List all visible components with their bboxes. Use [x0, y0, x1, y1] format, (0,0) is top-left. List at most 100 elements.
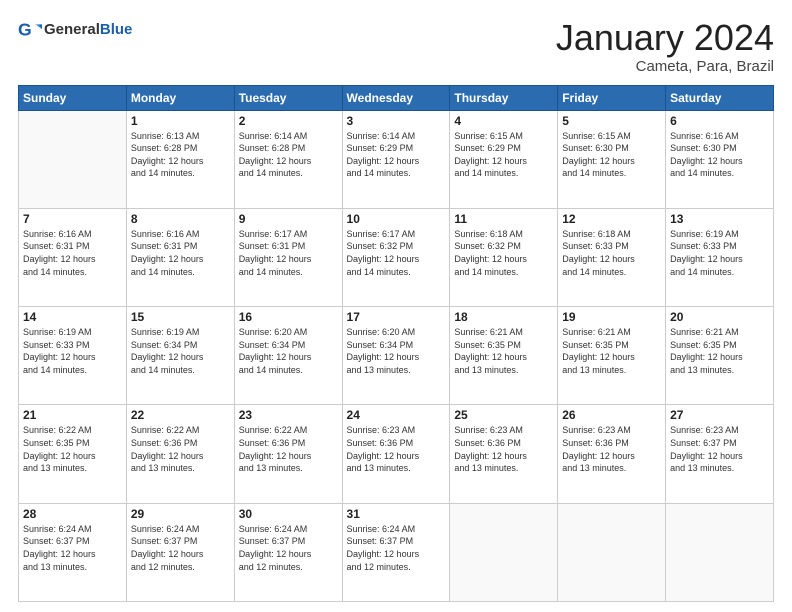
logo-blue: Blue [100, 21, 133, 38]
calendar-cell [558, 503, 666, 601]
day-info: Sunrise: 6:23 AMSunset: 6:36 PMDaylight:… [454, 424, 553, 474]
day-number: 15 [131, 310, 230, 324]
calendar-cell: 31Sunrise: 6:24 AMSunset: 6:37 PMDayligh… [342, 503, 450, 601]
calendar-week-3: 14Sunrise: 6:19 AMSunset: 6:33 PMDayligh… [19, 307, 774, 405]
header-friday: Friday [558, 85, 666, 110]
calendar-cell [666, 503, 774, 601]
calendar-cell: 20 Sunrise: 6:21 AMSunset: 6:35 PMDayligh… [666, 307, 774, 405]
day-number: 26 [562, 408, 661, 422]
day-info: Sunrise: 6:23 AMSunset: 6:36 PMDaylight:… [347, 424, 446, 474]
day-info: Sunrise: 6:22 AMSunset: 6:36 PMDaylight:… [239, 424, 338, 474]
day-info: Sunrise: 6:21 AMSunset: 6:35 PMDaylight:… [454, 326, 553, 376]
day-number: 1 [131, 114, 230, 128]
day-info: Sunrise: 6:14 AMSunset: 6:28 PMDaylight:… [239, 130, 338, 180]
weekday-header-row: Sunday Monday Tuesday Wednesday Thursday… [19, 85, 774, 110]
header-wednesday: Wednesday [342, 85, 450, 110]
day-info: Sunrise: 6:14 AMSunset: 6:29 PMDaylight:… [347, 130, 446, 180]
calendar-cell: 29 Sunrise: 6:24 AMSunset: 6:37 PMDayligh… [126, 503, 234, 601]
day-info: Sunrise: 6:20 AMSunset: 6:34 PMDaylight:… [239, 326, 338, 376]
calendar-cell: 26 Sunrise: 6:23 AMSunset: 6:36 PMDayligh… [558, 405, 666, 503]
calendar-cell: 19Sunrise: 6:21 AMSunset: 6:35 PMDayligh… [558, 307, 666, 405]
day-number: 5 [562, 114, 661, 128]
calendar-cell: 12 Sunrise: 6:18 AMSunset: 6:33 PMDayligh… [558, 208, 666, 306]
calendar-cell: 4 Sunrise: 6:15 AMSunset: 6:29 PMDaylight… [450, 110, 558, 208]
day-info: Sunrise: 6:20 AMSunset: 6:34 PMDaylight:… [347, 326, 446, 376]
day-number: 22 [131, 408, 230, 422]
day-info: Sunrise: 6:13 AMSunset: 6:28 PMDaylight:… [131, 130, 230, 180]
day-info: Sunrise: 6:21 AMSunset: 6:35 PMDaylight:… [562, 326, 661, 376]
page: G GeneralBlue January 2024 Cameta, Para,… [0, 0, 792, 612]
day-info: Sunrise: 6:19 AMSunset: 6:34 PMDaylight:… [131, 326, 230, 376]
day-info: Sunrise: 6:18 AMSunset: 6:32 PMDaylight:… [454, 228, 553, 278]
day-number: 28 [23, 507, 122, 521]
day-number: 14 [23, 310, 122, 324]
calendar-cell [450, 503, 558, 601]
day-number: 12 [562, 212, 661, 226]
day-info: Sunrise: 6:23 AMSunset: 6:36 PMDaylight:… [562, 424, 661, 474]
svg-text:G: G [18, 20, 32, 40]
day-number: 13 [670, 212, 769, 226]
day-info: Sunrise: 6:17 AMSunset: 6:31 PMDaylight:… [239, 228, 338, 278]
day-info: Sunrise: 6:21 AMSunset: 6:35 PMDaylight:… [670, 326, 769, 376]
day-info: Sunrise: 6:24 AMSunset: 6:37 PMDaylight:… [239, 523, 338, 573]
day-info: Sunrise: 6:15 AMSunset: 6:29 PMDaylight:… [454, 130, 553, 180]
day-info: Sunrise: 6:24 AMSunset: 6:37 PMDaylight:… [131, 523, 230, 573]
calendar-cell: 2Sunrise: 6:14 AMSunset: 6:28 PMDaylight… [234, 110, 342, 208]
day-number: 27 [670, 408, 769, 422]
calendar-cell: 22 Sunrise: 6:22 AMSunset: 6:36 PMDayligh… [126, 405, 234, 503]
calendar-cell: 13 Sunrise: 6:19 AMSunset: 6:33 PMDayligh… [666, 208, 774, 306]
day-info: Sunrise: 6:23 AMSunset: 6:37 PMDaylight:… [670, 424, 769, 474]
day-number: 30 [239, 507, 338, 521]
day-number: 10 [347, 212, 446, 226]
day-info: Sunrise: 6:19 AMSunset: 6:33 PMDaylight:… [670, 228, 769, 278]
day-number: 8 [131, 212, 230, 226]
calendar-cell: 3Sunrise: 6:14 AMSunset: 6:29 PMDaylight… [342, 110, 450, 208]
logo-icon: G [18, 18, 42, 42]
header-saturday: Saturday [666, 85, 774, 110]
day-info: Sunrise: 6:16 AMSunset: 6:31 PMDaylight:… [23, 228, 122, 278]
calendar-cell: 21 Sunrise: 6:22 AMSunset: 6:35 PMDayligh… [19, 405, 127, 503]
header: G GeneralBlue January 2024 Cameta, Para,… [18, 18, 774, 75]
day-info: Sunrise: 6:24 AMSunset: 6:37 PMDaylight:… [347, 523, 446, 573]
day-info: Sunrise: 6:16 AMSunset: 6:31 PMDaylight:… [131, 228, 230, 278]
day-info: Sunrise: 6:18 AMSunset: 6:33 PMDaylight:… [562, 228, 661, 278]
calendar-cell: 25 Sunrise: 6:23 AMSunset: 6:36 PMDayligh… [450, 405, 558, 503]
calendar-cell: 7 Sunrise: 6:16 AMSunset: 6:31 PMDaylight… [19, 208, 127, 306]
calendar-cell: 15 Sunrise: 6:19 AMSunset: 6:34 PMDayligh… [126, 307, 234, 405]
day-number: 29 [131, 507, 230, 521]
day-number: 7 [23, 212, 122, 226]
day-info: Sunrise: 6:24 AMSunset: 6:37 PMDaylight:… [23, 523, 122, 573]
calendar-cell: 1 Sunrise: 6:13 AMSunset: 6:28 PMDaylight… [126, 110, 234, 208]
day-info: Sunrise: 6:17 AMSunset: 6:32 PMDaylight:… [347, 228, 446, 278]
day-info: Sunrise: 6:22 AMSunset: 6:36 PMDaylight:… [131, 424, 230, 474]
header-tuesday: Tuesday [234, 85, 342, 110]
calendar-table: Sunday Monday Tuesday Wednesday Thursday… [18, 85, 774, 602]
calendar-title: January 2024 [556, 18, 774, 58]
day-number: 25 [454, 408, 553, 422]
calendar-week-2: 7 Sunrise: 6:16 AMSunset: 6:31 PMDaylight… [19, 208, 774, 306]
header-thursday: Thursday [450, 85, 558, 110]
calendar-cell: 18Sunrise: 6:21 AMSunset: 6:35 PMDayligh… [450, 307, 558, 405]
calendar-subtitle: Cameta, Para, Brazil [556, 58, 774, 75]
calendar-cell: 8 Sunrise: 6:16 AMSunset: 6:31 PMDaylight… [126, 208, 234, 306]
day-info: Sunrise: 6:16 AMSunset: 6:30 PMDaylight:… [670, 130, 769, 180]
calendar-cell: 30 Sunrise: 6:24 AMSunset: 6:37 PMDayligh… [234, 503, 342, 601]
logo: G GeneralBlue [18, 18, 132, 42]
logo-general: General [44, 21, 100, 38]
calendar-cell: 14Sunrise: 6:19 AMSunset: 6:33 PMDayligh… [19, 307, 127, 405]
calendar-cell: 16 Sunrise: 6:20 AMSunset: 6:34 PMDayligh… [234, 307, 342, 405]
day-number: 9 [239, 212, 338, 226]
day-info: Sunrise: 6:22 AMSunset: 6:35 PMDaylight:… [23, 424, 122, 474]
day-number: 17 [347, 310, 446, 324]
calendar-cell: 5Sunrise: 6:15 AMSunset: 6:30 PMDaylight… [558, 110, 666, 208]
calendar-cell: 24Sunrise: 6:23 AMSunset: 6:36 PMDayligh… [342, 405, 450, 503]
calendar-cell: 27 Sunrise: 6:23 AMSunset: 6:37 PMDayligh… [666, 405, 774, 503]
day-number: 16 [239, 310, 338, 324]
calendar-week-1: 1 Sunrise: 6:13 AMSunset: 6:28 PMDaylight… [19, 110, 774, 208]
calendar-week-5: 28 Sunrise: 6:24 AMSunset: 6:37 PMDayligh… [19, 503, 774, 601]
calendar-cell: 23Sunrise: 6:22 AMSunset: 6:36 PMDayligh… [234, 405, 342, 503]
day-number: 20 [670, 310, 769, 324]
title-block: January 2024 Cameta, Para, Brazil [556, 18, 774, 75]
day-number: 21 [23, 408, 122, 422]
day-number: 4 [454, 114, 553, 128]
